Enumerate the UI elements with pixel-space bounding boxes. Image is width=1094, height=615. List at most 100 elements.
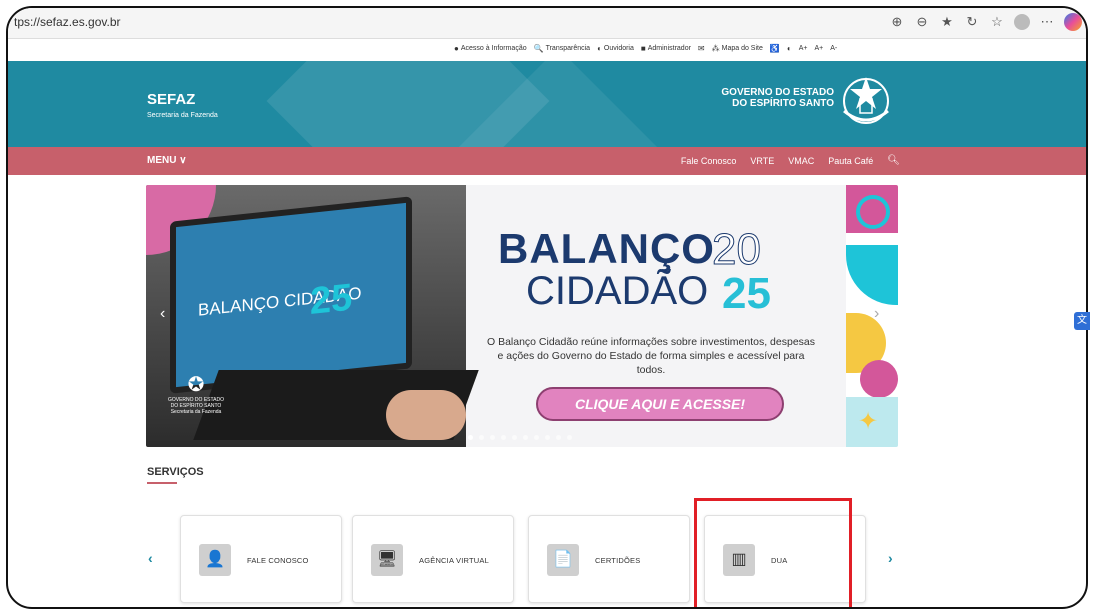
banner-photo: BALANÇO CIDADÃO 25 ✪ GOVERNO DO ESTADO D…: [146, 185, 479, 447]
utility-link-icon: 🔍: [533, 44, 544, 53]
menu-link[interactable]: Fale Conosco: [681, 156, 737, 166]
seal-icon: ✪: [187, 374, 205, 396]
search-icon[interactable]: 🔍︎: [887, 155, 900, 166]
menu-link[interactable]: Pauta Café: [828, 156, 873, 166]
hand-image: [386, 390, 466, 440]
utility-link[interactable]: ⁂ Mapa do Site: [712, 44, 763, 53]
main-menu-bar: MENU ∨ Fale Conosco VRTE VMAC Pauta Café 🔍︎: [8, 147, 1086, 175]
banner-year-part-1: 20: [712, 225, 762, 275]
banner-seal: ✪ GOVERNO DO ESTADO DO ESPÍRITO SANTO Se…: [166, 373, 226, 415]
carousel-dot[interactable]: [567, 435, 572, 440]
carousel-dot[interactable]: [556, 435, 561, 440]
dua-highlight-box: [694, 498, 852, 607]
menu-link[interactable]: VMAC: [788, 156, 814, 166]
service-label: AGÊNCIA VIRTUAL: [419, 556, 489, 565]
browser-toolbar-icons: ⊕ ⊖ ★ ↻ ☆ ⋯: [889, 13, 1082, 31]
laptop-image: BALANÇO CIDADÃO 25: [170, 196, 412, 394]
zoom-out-icon[interactable]: ⊖: [914, 14, 930, 30]
profile-icon[interactable]: [1014, 14, 1030, 30]
collections-icon[interactable]: ☆: [989, 14, 1005, 30]
banner-year-part-2: 25: [722, 269, 771, 318]
banner-description: O Balanço Cidadão reúne informações sobr…: [486, 336, 816, 376]
coat-of-arms-icon: [843, 77, 889, 124]
hero-banner[interactable]: BALANÇO CIDADÃO 25 ✪ GOVERNO DO ESTADO D…: [146, 185, 898, 447]
utility-link-label: A+: [798, 45, 808, 52]
menu-link[interactable]: VRTE: [750, 156, 774, 166]
carousel-dot[interactable]: [545, 435, 550, 440]
menu-button[interactable]: MENU ∨: [147, 155, 187, 166]
utility-link[interactable]: A+: [799, 44, 808, 53]
utility-link-icon: ■: [640, 44, 646, 53]
translate-icon[interactable]: 文: [1074, 312, 1090, 330]
browser-window: tps://sefaz.es.gov.br ⊕ ⊖ ★ ↻ ☆ ⋯ ● Acess…: [6, 6, 1088, 609]
utility-link[interactable]: A+: [814, 44, 823, 53]
carousel-dot[interactable]: [479, 435, 484, 440]
banner-headline-2: CIDADÃO: [526, 269, 709, 313]
utility-link-icon: ●: [454, 44, 459, 53]
banner-decoration: [856, 195, 890, 229]
copilot-icon[interactable]: [1064, 13, 1082, 31]
utility-link[interactable]: ● Acesso à Informação: [454, 44, 527, 53]
menu-links: Fale Conosco VRTE VMAC Pauta Café 🔍︎: [681, 155, 900, 166]
zoom-in-icon[interactable]: ⊕: [889, 14, 905, 30]
star-icon: ✦: [858, 408, 879, 435]
utility-link-label: Administrador: [647, 45, 691, 52]
services-next-arrow[interactable]: ›: [888, 550, 893, 566]
utility-link-icon: ✉: [697, 44, 705, 53]
refresh-icon[interactable]: ↻: [964, 14, 980, 30]
utility-link-label: A+: [814, 45, 824, 52]
utility-link-label: A-: [830, 45, 838, 52]
banner-headline-1: BALANÇO: [498, 225, 715, 272]
site-header: SEFAZ Secretaria da Fazenda GOVERNO DO E…: [8, 61, 1086, 147]
utility-link[interactable]: ◐: [787, 44, 792, 53]
site-title: SEFAZ: [147, 91, 196, 108]
service-card-fale-conosco[interactable]: 👤 FALE CONOSCO: [180, 515, 342, 603]
utility-link-icon: ◐: [786, 44, 792, 53]
banner-cta-button[interactable]: CLIQUE AQUI E ACESSE!: [536, 387, 784, 421]
service-label: CERTIDÕES: [595, 556, 641, 565]
banner-shapes: ✦: [846, 185, 898, 447]
banner-decoration: [846, 245, 898, 305]
service-icon: 👤: [199, 544, 231, 576]
government-name: GOVERNO DO ESTADO DO ESPÍRITO SANTO: [721, 87, 834, 109]
service-card-certid-es[interactable]: 📄 CERTIDÕES: [528, 515, 690, 603]
utility-link-label: Transparência: [545, 45, 591, 52]
utility-link-label: Acesso à Informação: [460, 45, 527, 52]
seal-text: GOVERNO DO ESTADO DO ESPÍRITO SANTO Secr…: [167, 397, 225, 415]
laptop-screen-number: 25: [310, 276, 353, 324]
utility-link[interactable]: ◐ Ouvidoria: [597, 44, 634, 53]
carousel-next-arrow[interactable]: ›: [874, 305, 879, 323]
government-line-1: GOVERNO DO ESTADO: [721, 87, 834, 98]
banner-decoration: [860, 360, 898, 398]
carousel-dot[interactable]: [490, 435, 495, 440]
utility-links: ● Acesso à Informação 🔍 Transparência ◐ Ouvid…: [454, 44, 837, 53]
service-label: FALE CONOSCO: [247, 556, 309, 565]
site-subtitle: Secretaria da Fazenda: [147, 112, 218, 119]
banner-decoration: [846, 185, 898, 233]
carousel-dot[interactable]: [523, 435, 528, 440]
carousel-dots: [468, 435, 572, 440]
url-field[interactable]: tps://sefaz.es.gov.br: [14, 15, 121, 29]
utility-bar: ● Acesso à Informação 🔍 Transparência ◐ Ouvid…: [8, 39, 1086, 61]
utility-link[interactable]: 🔍 Transparência: [534, 44, 590, 53]
brand[interactable]: SEFAZ Secretaria da Fazenda: [147, 91, 218, 119]
more-icon[interactable]: ⋯: [1039, 14, 1055, 30]
service-card-ag-ncia-virtual[interactable]: 🖥 AGÊNCIA VIRTUAL: [352, 515, 514, 603]
utility-link-icon: ♿: [769, 44, 780, 53]
utility-link-label: Ouvidoria: [603, 45, 634, 52]
favorite-icon[interactable]: ★: [939, 14, 955, 30]
services-underline: [147, 482, 177, 484]
utility-link-icon: ◐: [597, 44, 602, 53]
carousel-dot[interactable]: [501, 435, 506, 440]
carousel-prev-arrow[interactable]: ‹: [160, 305, 165, 323]
utility-link-icon: ⁂: [711, 44, 720, 53]
government-line-2: DO ESPÍRITO SANTO: [732, 98, 834, 109]
utility-link[interactable]: ♿: [770, 44, 780, 53]
services-prev-arrow[interactable]: ‹: [148, 550, 153, 566]
carousel-dot[interactable]: [512, 435, 517, 440]
carousel-dot[interactable]: [534, 435, 539, 440]
utility-link[interactable]: ■ Administrador: [641, 44, 691, 53]
utility-link[interactable]: A-: [830, 44, 837, 53]
carousel-dot[interactable]: [468, 435, 473, 440]
utility-link[interactable]: ✉: [698, 44, 705, 53]
